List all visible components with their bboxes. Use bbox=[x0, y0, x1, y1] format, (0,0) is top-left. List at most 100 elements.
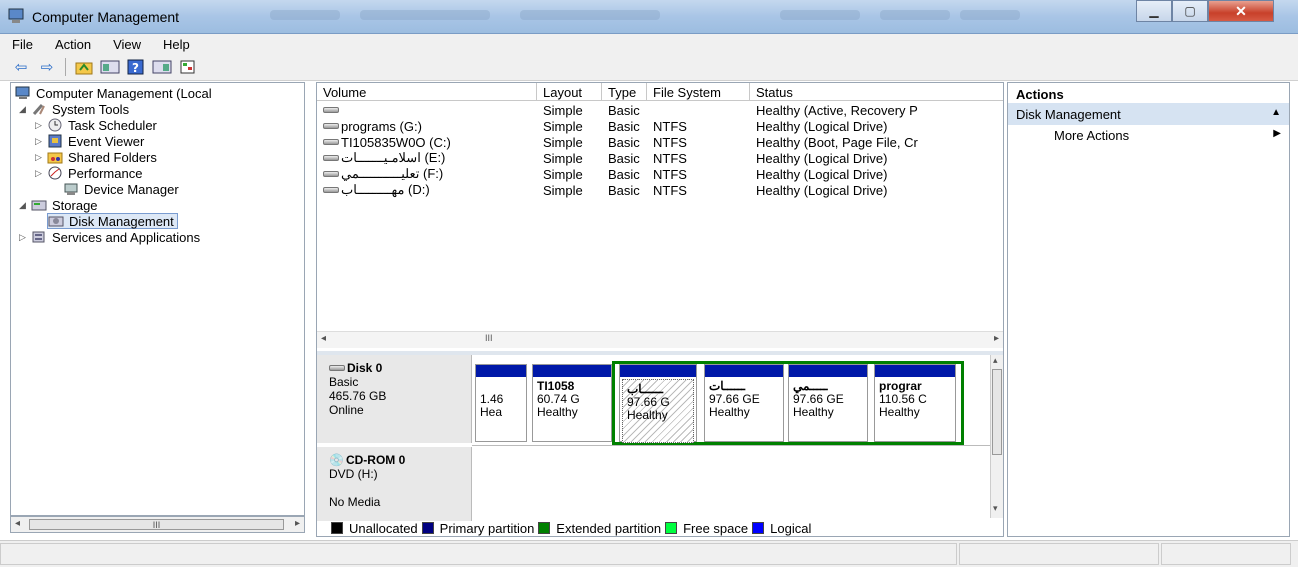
column-volume[interactable]: Volume bbox=[317, 83, 537, 101]
partition-block[interactable]: TI1058 60.74 G Healthy bbox=[532, 364, 612, 442]
tree-item-task-scheduler[interactable]: ▷ Task Scheduler bbox=[35, 117, 157, 133]
tree-label: Disk Management bbox=[69, 213, 174, 229]
menu-help[interactable]: Help bbox=[163, 37, 190, 52]
volume-horizontal-scrollbar[interactable]: ◂ III ▸ bbox=[317, 331, 1003, 348]
scroll-right-icon[interactable]: ▸ bbox=[295, 518, 300, 529]
partition-block[interactable]: ـــــمي 97.66 GE Healthy bbox=[788, 364, 868, 442]
volume-layout-cell: Simple bbox=[543, 166, 583, 182]
partition-block[interactable]: ــــــاب 97.66 G Healthy bbox=[619, 364, 697, 443]
scroll-left-icon[interactable]: ◂ bbox=[15, 518, 20, 529]
scroll-up-icon[interactable]: ▴ bbox=[993, 355, 998, 366]
partition-block[interactable]: 1.46 Hea bbox=[475, 364, 527, 442]
properties-icon[interactable] bbox=[177, 57, 199, 77]
cdrom-icon: 💿 bbox=[329, 453, 344, 467]
column-type[interactable]: Type bbox=[602, 83, 647, 101]
disk0-label[interactable]: Disk 0 Basic 465.76 GB Online bbox=[317, 355, 472, 443]
scroll-thumb[interactable]: III bbox=[29, 519, 284, 530]
column-file-system[interactable]: File System bbox=[647, 83, 750, 101]
submenu-arrow-icon: ▶ bbox=[1273, 128, 1281, 139]
menu-action[interactable]: Action bbox=[55, 37, 91, 52]
volume-list-header: Volume Layout Type File System Status bbox=[317, 83, 1003, 101]
partition-color-bar bbox=[705, 365, 783, 377]
expand-triangle-icon[interactable]: ▷ bbox=[35, 168, 47, 179]
menu-bar: File Action View Help bbox=[0, 34, 1298, 54]
forward-arrow-icon[interactable]: ⇨ bbox=[36, 57, 58, 77]
partition-block[interactable]: prograr 110.56 C Healthy bbox=[874, 364, 956, 442]
tree-item-device-manager[interactable]: Device Manager bbox=[63, 181, 179, 197]
collapse-triangle-icon[interactable]: ◢ bbox=[19, 104, 31, 115]
scroll-thumb[interactable] bbox=[992, 369, 1002, 455]
volume-name: programs (G:) bbox=[341, 118, 422, 134]
menu-file[interactable]: File bbox=[12, 37, 33, 52]
volume-row[interactable]: programs (G:) Simple Basic NTFS Healthy (Log… bbox=[317, 118, 1003, 134]
volume-cell: اسلامـيـــــــات (E:) bbox=[317, 150, 537, 166]
partition-block[interactable]: ــــــات 97.66 GE Healthy bbox=[704, 364, 784, 442]
tree-label: Device Manager bbox=[84, 181, 179, 197]
column-layout[interactable]: Layout bbox=[537, 83, 602, 101]
scroll-down-icon[interactable]: ▾ bbox=[993, 503, 998, 514]
volume-row[interactable]: TI105835W0O (C:) Simple Basic NTFS Healthy (… bbox=[317, 134, 1003, 150]
volume-row[interactable]: تعليـــــــــــمي (F:) Simple Basic NTFS Hea… bbox=[317, 166, 1003, 182]
partition-color-bar bbox=[875, 365, 955, 377]
close-button[interactable]: ✕ bbox=[1208, 0, 1274, 22]
tree-label: Storage bbox=[52, 197, 98, 213]
back-arrow-icon[interactable]: ⇦ bbox=[10, 57, 32, 77]
partition-color-bar bbox=[789, 365, 867, 377]
volume-row[interactable]: اسلامـيـــــــات (E:) Simple Basic NTFS Heal… bbox=[317, 150, 1003, 166]
expand-triangle-icon[interactable]: ▷ bbox=[35, 136, 47, 147]
tools-icon bbox=[31, 102, 48, 116]
expand-triangle-icon[interactable]: ▷ bbox=[35, 120, 47, 131]
volume-row[interactable]: مهـــــــــاب (D:) Simple Basic NTFS Healthy… bbox=[317, 182, 1003, 198]
action-pane-icon[interactable] bbox=[151, 57, 173, 77]
volume-status-cell: Healthy (Logical Drive) bbox=[756, 166, 888, 182]
volume-drive-icon bbox=[323, 187, 339, 193]
tree-item-storage[interactable]: ◢ Storage bbox=[19, 197, 98, 213]
legend-extended: Extended partition bbox=[556, 520, 662, 536]
volume-cell: تعليـــــــــــمي (F:) bbox=[317, 166, 537, 182]
collapse-triangle-icon[interactable]: ◢ bbox=[19, 200, 31, 211]
legend-logical: Logical bbox=[770, 520, 812, 536]
disk-vertical-scrollbar[interactable]: ▴ ▾ bbox=[990, 355, 1003, 518]
show-hide-tree-icon[interactable] bbox=[99, 57, 121, 77]
volume-layout-cell: Simple bbox=[543, 102, 583, 118]
tree-item-shared-folders[interactable]: ▷ Shared Folders bbox=[35, 149, 157, 165]
collapse-up-icon[interactable]: ▲ bbox=[1271, 107, 1281, 121]
scroll-left-icon[interactable]: ◂ bbox=[321, 333, 326, 344]
up-folder-icon[interactable] bbox=[73, 57, 95, 77]
actions-section-disk-management[interactable]: Disk Management ▲ bbox=[1008, 103, 1289, 125]
tree-item-system-tools[interactable]: ◢ System Tools bbox=[19, 101, 129, 117]
column-status[interactable]: Status bbox=[750, 83, 950, 101]
volume-name: TI105835W0O (C:) bbox=[341, 134, 451, 150]
disk-management-pane: Volume Layout Type File System Status Si… bbox=[316, 82, 1004, 537]
tree-item-root[interactable]: Computer Management (Local bbox=[15, 85, 212, 101]
tree-item-event-viewer[interactable]: ▷ Event Viewer bbox=[35, 133, 144, 149]
legend-swatch-primary bbox=[421, 522, 434, 534]
minimize-button[interactable]: ▁ bbox=[1136, 0, 1172, 22]
legend-primary: Primary partition bbox=[439, 520, 535, 536]
legend-swatch-free bbox=[665, 522, 678, 534]
toolbar: ⇦ ⇨ ? bbox=[0, 54, 1298, 81]
volume-row[interactable]: Simple Basic Healthy (Active, Recovery P bbox=[317, 102, 1003, 118]
cdrom-label[interactable]: 💿 CD-ROM 0 DVD (H:) No Media bbox=[317, 447, 472, 521]
tree-item-services-applications[interactable]: ▷ Services and Applications bbox=[19, 229, 200, 245]
volume-type-cell: Basic bbox=[608, 166, 640, 182]
menu-view[interactable]: View bbox=[113, 37, 141, 52]
more-actions-item[interactable]: More Actions ▶ bbox=[1008, 125, 1289, 145]
maximize-button[interactable]: ▢ bbox=[1172, 0, 1208, 22]
volume-status-cell: Healthy (Active, Recovery P bbox=[756, 102, 918, 118]
tree-item-disk-management[interactable]: Disk Management bbox=[47, 213, 178, 229]
expand-triangle-icon[interactable]: ▷ bbox=[35, 152, 47, 163]
tree-item-performance[interactable]: ▷ Performance bbox=[35, 165, 142, 181]
volume-type-cell: Basic bbox=[608, 118, 640, 134]
status-cell bbox=[959, 543, 1159, 565]
actions-section-label: Disk Management bbox=[1016, 107, 1121, 122]
tree-horizontal-scrollbar[interactable]: ◂ III ▸ bbox=[10, 516, 305, 533]
shared-folder-icon bbox=[47, 150, 64, 164]
help-icon[interactable]: ? bbox=[125, 57, 147, 77]
scroll-right-icon[interactable]: ▸ bbox=[994, 333, 999, 344]
partition-color-bar bbox=[476, 365, 526, 377]
volume-cell: مهـــــــــاب (D:) bbox=[317, 182, 537, 198]
title-bar: Computer Management ▁ ▢ ✕ bbox=[0, 0, 1298, 34]
volume-drive-icon bbox=[323, 171, 339, 177]
expand-triangle-icon[interactable]: ▷ bbox=[19, 232, 31, 243]
